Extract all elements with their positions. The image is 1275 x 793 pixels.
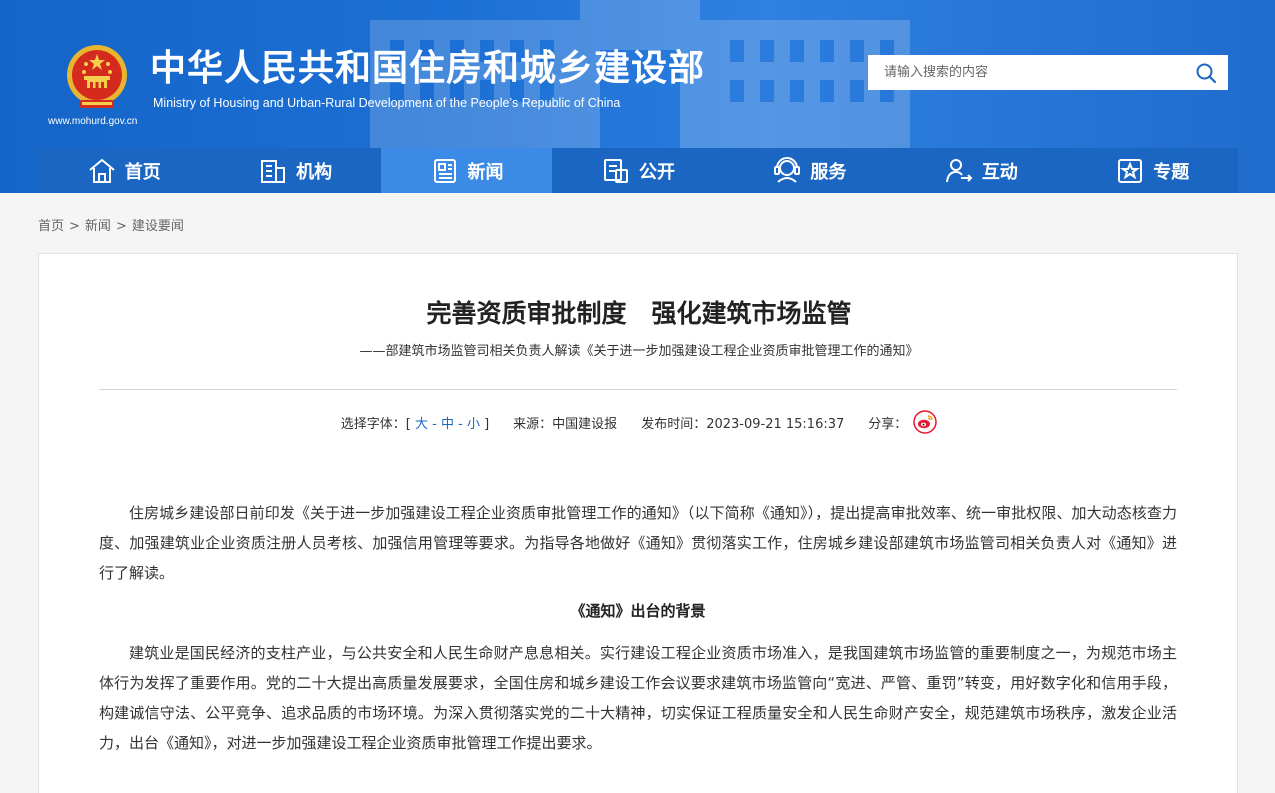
nav-label: 专题 [1153, 161, 1190, 183]
main-nav: 首页 机构 新闻 公开 服务 互动 专题 [38, 148, 1238, 193]
article-title: 完善资质审批制度 强化建筑市场监管 [426, 299, 852, 328]
nav-item-topic[interactable]: 专题 [1067, 148, 1238, 193]
interaction-icon [945, 158, 973, 182]
article-meta: 选择字体：[ 大 - 中 - 小 ] 来源：中国建设报 发布时间：2023-09… [39, 410, 1239, 434]
document-icon [603, 158, 628, 183]
article-source: 来源：中国建设报 [513, 416, 618, 432]
font-size-dash: - [458, 416, 463, 432]
nav-item-service[interactable]: 服务 [724, 148, 895, 193]
nav-item-news[interactable]: 新闻 [380, 148, 553, 193]
font-size-end: ] [484, 416, 490, 432]
nav-item-public[interactable]: 公开 [552, 148, 723, 193]
nav-item-organization[interactable]: 机构 [209, 148, 380, 193]
section-heading: 《通知》出台的背景 [570, 602, 706, 620]
font-size-large[interactable]: 大 [415, 417, 428, 432]
nav-item-interaction[interactable]: 互动 [895, 148, 1066, 193]
nav-label: 公开 [638, 161, 675, 183]
article-body: 住房城乡建设部日前印发《关于进一步加强建设工程企业资质审批管理工作的通知》（以下… [99, 498, 1177, 758]
font-size-medium[interactable]: 中 [441, 417, 454, 432]
breadcrumb-separator: > [69, 219, 80, 234]
font-size-dash: - [432, 416, 437, 432]
article-paragraph: 建筑业是国民经济的支柱产业，与公共安全和人民生命财产息息相关。实行建设工程企业资… [99, 644, 1177, 752]
search-input[interactable] [868, 55, 1168, 90]
article-publish-time: 发布时间：2023-09-21 15:16:37 [641, 416, 845, 432]
site-title: 中华人民共和国住房和城乡建设部 [150, 48, 706, 89]
nav-label: 首页 [124, 161, 161, 183]
share-label: 分享： [868, 416, 908, 432]
site-subtitle: Ministry of Housing and Urban-Rural Deve… [153, 96, 621, 110]
site-url: www.mohurd.gov.cn [48, 116, 138, 127]
font-size-small[interactable]: 小 [467, 417, 480, 432]
service-icon [774, 156, 801, 183]
search-box [868, 55, 1228, 90]
search-icon[interactable] [1194, 61, 1218, 85]
share-area: 分享： [868, 410, 938, 434]
nav-label: 新闻 [467, 161, 504, 183]
breadcrumb-news[interactable]: 新闻 [85, 219, 111, 234]
font-size-label: 选择字体：[ [340, 416, 411, 432]
nav-item-home[interactable]: 首页 [38, 148, 209, 193]
breadcrumb-construction-news[interactable]: 建设要闻 [132, 219, 184, 234]
breadcrumb-home[interactable]: 首页 [38, 219, 64, 234]
home-icon [89, 158, 115, 183]
news-icon [433, 158, 456, 183]
article-paragraph: 住房城乡建设部日前印发《关于进一步加强建设工程企业资质审批管理工作的通知》（以下… [99, 504, 1177, 582]
article-subtitle: ——部建筑市场监管司相关负责人解读《关于进一步加强建设工程企业资质审批管理工作的… [359, 344, 919, 359]
building-icon [261, 159, 286, 183]
breadcrumb: 首页 > 新闻 > 建设要闻 [38, 215, 184, 234]
title-divider [99, 389, 1177, 390]
topic-icon [1118, 158, 1143, 183]
article-panel: 完善资质审批制度 强化建筑市场监管 ——部建筑市场监管司相关负责人解读《关于进一… [38, 253, 1238, 793]
nav-label: 机构 [296, 161, 333, 183]
breadcrumb-separator: > [115, 219, 127, 234]
national-emblem-logo [67, 45, 127, 108]
font-size-selector: 选择字体：[ 大 - 中 - 小 ] [341, 413, 489, 432]
weibo-share-icon[interactable] [913, 410, 938, 434]
nav-label: 服务 [810, 161, 847, 183]
nav-label: 互动 [981, 161, 1018, 183]
